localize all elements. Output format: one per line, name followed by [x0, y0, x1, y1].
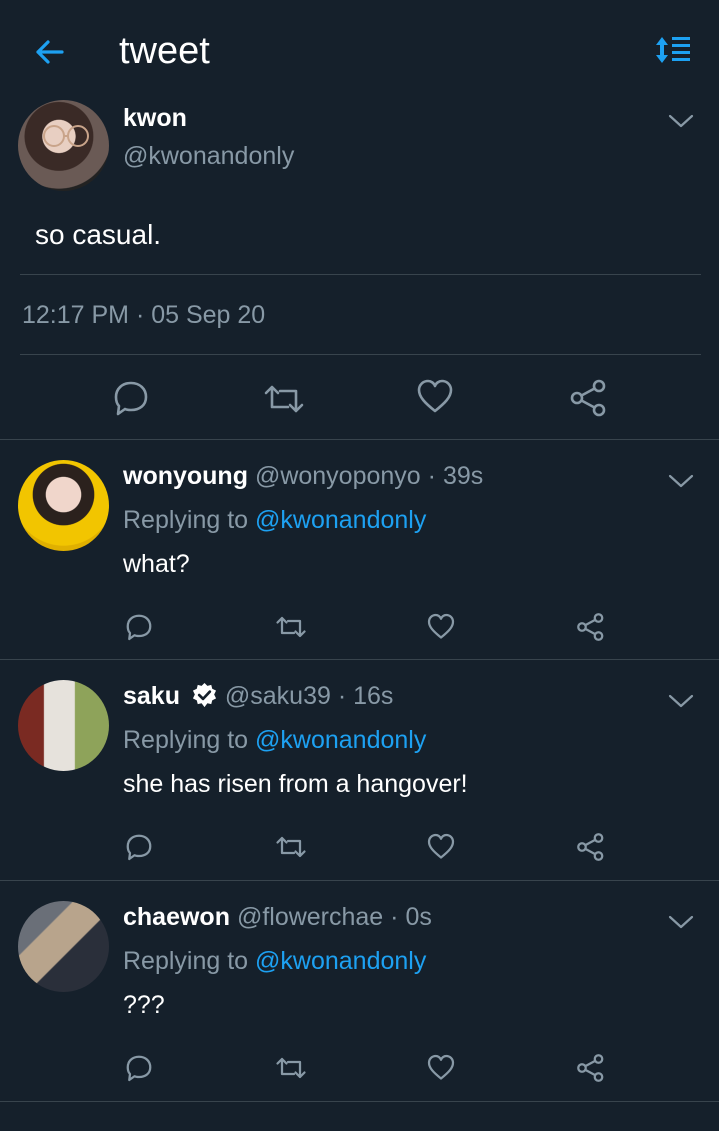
reply-header: saku @saku39 · 16s: [123, 682, 393, 711]
retweet-icon[interactable]: [274, 1053, 308, 1083]
chevron-down-icon[interactable]: [666, 691, 696, 711]
reply-icon[interactable]: [124, 1053, 154, 1083]
replying-to: Replying to @kwonandonly: [123, 726, 426, 755]
replying-to: Replying to @kwonandonly: [123, 947, 426, 976]
like-icon[interactable]: [415, 377, 455, 417]
replying-mention[interactable]: @kwonandonly: [255, 506, 426, 534]
tweet-text: so casual.: [35, 219, 162, 250]
author-handle[interactable]: @flowerchae: [237, 903, 383, 931]
reply-icon[interactable]: [111, 378, 151, 418]
avatar[interactable]: [18, 901, 109, 992]
separator: ·: [390, 903, 399, 931]
glasses-icon: [43, 125, 89, 147]
divider: [20, 354, 701, 355]
post-time: 39s: [442, 462, 484, 490]
chevron-down-icon[interactable]: [666, 471, 696, 491]
reply-header: chaewon @flowerchae · 0s: [123, 903, 432, 932]
replying-prefix: Replying to: [123, 726, 249, 754]
author-name[interactable]: chaewon: [123, 903, 230, 931]
reply-text: she has risen from a hangover!: [123, 770, 468, 798]
author-handle[interactable]: @wonyoponyo: [255, 462, 421, 490]
reply-icon[interactable]: [124, 612, 154, 642]
replying-mention[interactable]: @kwonandonly: [255, 947, 426, 975]
retweet-icon[interactable]: [274, 832, 308, 862]
share-icon[interactable]: [576, 832, 606, 862]
author-handle[interactable]: @saku39: [225, 682, 331, 710]
separator: ·: [427, 462, 436, 490]
divider: [0, 1101, 719, 1102]
author-handle[interactable]: @kwonandonly: [123, 142, 294, 171]
like-icon[interactable]: [426, 1053, 456, 1083]
reply-header: wonyoung @wonyoponyo · 39s: [123, 462, 483, 491]
timestamp: 12:17 PM · 05 Sep 20: [22, 301, 266, 329]
replying-mention[interactable]: @kwonandonly: [255, 726, 426, 754]
avatar[interactable]: [18, 100, 109, 191]
reply-tweet[interactable]: saku @saku39 · 16s Replying to @kwonando…: [0, 660, 719, 880]
reply-tweet[interactable]: chaewon @flowerchae · 0s Replying to @kw…: [0, 881, 719, 1101]
retweet-icon[interactable]: [274, 612, 308, 642]
replying-prefix: Replying to: [123, 947, 249, 975]
share-icon[interactable]: [569, 378, 609, 418]
avatar[interactable]: [18, 680, 109, 771]
like-icon[interactable]: [426, 832, 456, 862]
chevron-down-icon[interactable]: [666, 912, 696, 932]
avatar[interactable]: [18, 460, 109, 551]
like-icon[interactable]: [426, 612, 456, 642]
share-icon[interactable]: [576, 1053, 606, 1083]
post-time: 0s: [405, 903, 432, 931]
chevron-down-icon[interactable]: [666, 111, 696, 131]
reply-text: what?: [123, 550, 190, 578]
replying-to: Replying to @kwonandonly: [123, 506, 426, 535]
author-name[interactable]: kwon: [123, 104, 187, 133]
replying-prefix: Replying to: [123, 506, 249, 534]
separator: ·: [337, 682, 347, 710]
retweet-icon[interactable]: [262, 379, 306, 419]
reply-icon[interactable]: [124, 832, 154, 862]
divider: [20, 274, 701, 275]
post-time: 16s: [353, 682, 394, 710]
author-name[interactable]: wonyoung: [123, 462, 248, 490]
reply-text: ???: [123, 991, 165, 1019]
main-tweet: kwon @kwonandonly so casual. 12:17 PM · …: [0, 0, 719, 440]
verified-icon: [192, 682, 217, 708]
reply-tweet[interactable]: wonyoung @wonyoponyo · 39s Replying to @…: [0, 440, 719, 659]
share-icon[interactable]: [576, 612, 606, 642]
author-name[interactable]: saku: [123, 682, 180, 710]
